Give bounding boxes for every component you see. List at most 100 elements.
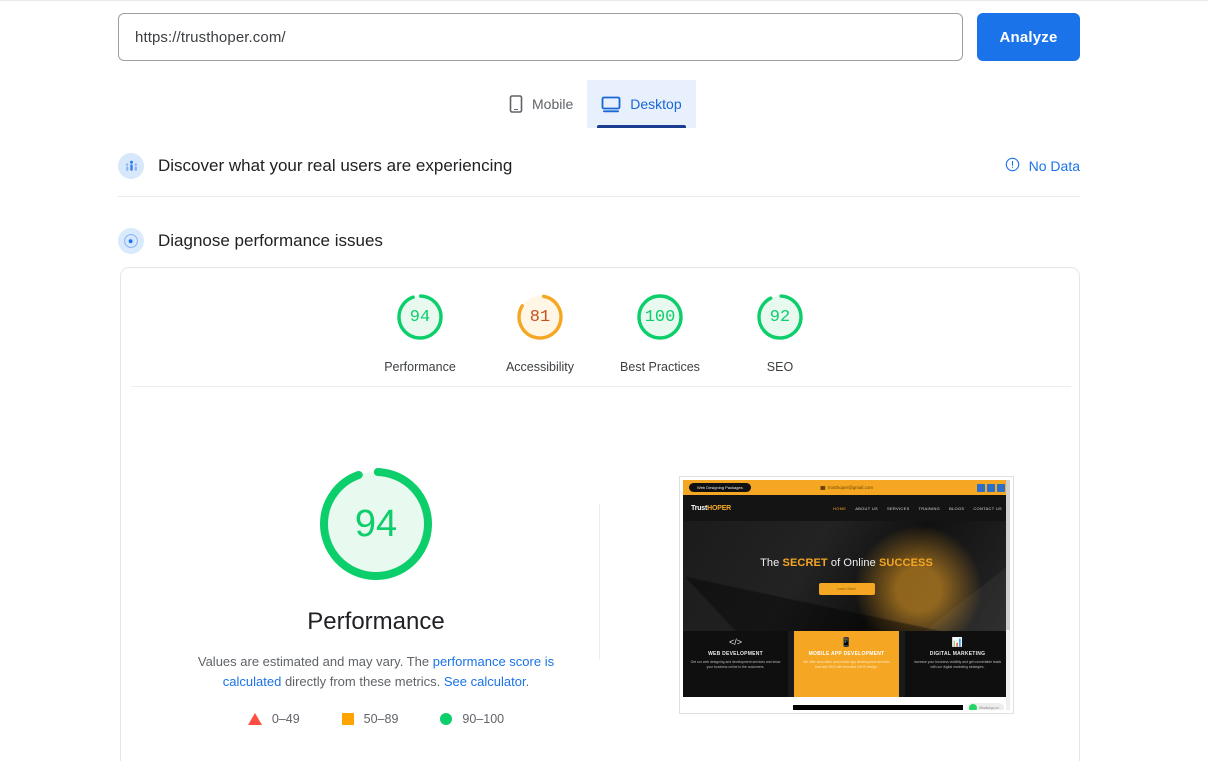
mobile-icon: 📱 bbox=[840, 637, 853, 647]
thumb-scrollbar bbox=[1006, 480, 1010, 710]
gauge-label-accessibility: Accessibility bbox=[505, 360, 575, 374]
mail-icon bbox=[819, 485, 825, 490]
field-data-title: Discover what your real users are experi… bbox=[158, 156, 513, 175]
gauge-accessibility[interactable]: 81 Accessibility bbox=[480, 290, 600, 374]
legend-item-poor: 0–49 bbox=[247, 712, 300, 726]
gauge-ring-accessibility: 81 bbox=[513, 290, 567, 344]
gauge-score-seo: 92 bbox=[769, 307, 791, 327]
thumb-card-title: MOBILE APP DEVELOPMENT bbox=[808, 651, 885, 657]
thumb-card-mobile-app: 📱 MOBILE APP DEVELOPMENT We offer innova… bbox=[794, 631, 899, 697]
gauge-label-seo: SEO bbox=[766, 360, 794, 374]
gauge-score-best-practices: 100 bbox=[644, 307, 676, 327]
thumb-nav-item: SERVICES bbox=[886, 505, 910, 511]
thumb-nav-item: BLOGS bbox=[949, 505, 965, 511]
gauge-ring-performance: 94 bbox=[393, 290, 447, 344]
vertical-divider bbox=[599, 504, 600, 660]
legend-range-good: 90–100 bbox=[462, 712, 505, 726]
desc-text-before: Values are estimated and may vary. The bbox=[197, 654, 433, 669]
info-icon bbox=[1005, 157, 1020, 175]
category-gauges: 94 Performance 81 Accessibility 100 Best… bbox=[121, 268, 1079, 374]
users-icon bbox=[118, 153, 144, 179]
thumb-topbar-email: trusthoper@gmail.com bbox=[819, 485, 873, 490]
section-divider bbox=[118, 196, 1080, 197]
legend-range-poor: 0–49 bbox=[271, 712, 300, 726]
desktop-icon bbox=[601, 96, 621, 113]
tab-mobile-label: Mobile bbox=[532, 96, 574, 112]
performance-gauge: 94 bbox=[314, 462, 438, 586]
top-divider bbox=[0, 0, 1208, 1]
thumb-nav-item: ABOUT US bbox=[855, 505, 878, 511]
tab-desktop[interactable]: Desktop bbox=[587, 80, 696, 128]
thumb-card-digital-marketing: 📊 DIGITAL MARKETING Increase your busine… bbox=[905, 631, 1010, 697]
gauge-performance[interactable]: 94 Performance bbox=[360, 290, 480, 374]
no-data-status[interactable]: No Data bbox=[1005, 157, 1080, 175]
thumb-nav-item: HOME bbox=[833, 505, 847, 511]
lab-data-section: Diagnose performance issues bbox=[118, 224, 1080, 258]
lab-data-header: Diagnose performance issues bbox=[118, 224, 1080, 258]
whatsapp-label: WhatsApp us bbox=[978, 706, 999, 710]
url-input-value: https://trusthoper.com/ bbox=[135, 28, 286, 46]
thumb-nav-menu: HOME ABOUT US SERVICES TRAINING BLOGS CO… bbox=[833, 506, 1002, 511]
legend-item-good: 90–100 bbox=[440, 712, 504, 726]
thumb-card-text: We offer innovative and mobile app devel… bbox=[803, 660, 890, 670]
square-icon bbox=[341, 713, 354, 725]
gauge-seo[interactable]: 92 SEO bbox=[720, 290, 840, 374]
triangle-icon bbox=[247, 713, 262, 725]
mobile-icon bbox=[509, 95, 523, 113]
legend-range-average: 50–89 bbox=[363, 712, 399, 726]
gauge-ring-seo: 92 bbox=[753, 290, 807, 344]
circle-icon bbox=[440, 713, 453, 725]
thumb-card-title: DIGITAL MARKETING bbox=[929, 651, 986, 657]
field-data-header: Discover what your real users are experi… bbox=[118, 149, 1080, 183]
whatsapp-icon bbox=[968, 704, 977, 710]
thumb-topbar: Web Designing Packages trusthoper@gmail.… bbox=[683, 480, 1010, 495]
whatsapp-widget: WhatsApp us bbox=[966, 703, 1004, 710]
diagnose-icon bbox=[118, 228, 144, 254]
thumb-nav: TrustHOPER HOME ABOUT US SERVICES TRAINI… bbox=[683, 495, 1010, 521]
gauge-ring-best-practices: 100 bbox=[633, 290, 687, 344]
thumb-logo: TrustHOPER bbox=[691, 504, 732, 512]
thumbnail-content: Web Designing Packages trusthoper@gmail.… bbox=[683, 480, 1010, 710]
performance-title: Performance bbox=[307, 608, 445, 635]
desc-text-after: . bbox=[525, 674, 530, 689]
tab-desktop-label: Desktop bbox=[630, 96, 682, 112]
page-screenshot-thumbnail: Web Designing Packages trusthoper@gmail.… bbox=[679, 476, 1014, 714]
thumb-feature-cards: </> WEB DEVELOPMENT Get our web designin… bbox=[683, 631, 1010, 697]
thumb-nav-item: CONTACT US bbox=[973, 505, 1002, 511]
gauge-score-performance: 94 bbox=[409, 307, 431, 327]
gauge-label-performance: Performance bbox=[384, 360, 456, 374]
performance-gauge-score: 94 bbox=[354, 502, 398, 545]
field-data-section: Discover what your real users are experi… bbox=[118, 149, 1080, 183]
thumb-nav-item: TRAINING bbox=[918, 505, 941, 511]
thumb-hero-cta: Learn More bbox=[818, 583, 875, 595]
thumb-card-text: Get our web designing and development se… bbox=[690, 660, 781, 670]
thumb-footer: WhatsApp us bbox=[683, 697, 1010, 710]
thumb-hero: The SECRET of Online SUCCESS Learn More bbox=[683, 521, 1010, 631]
thumb-black-bar bbox=[793, 705, 963, 710]
gauge-label-best-practices: Best Practices bbox=[620, 360, 700, 374]
lab-data-title: Diagnose performance issues bbox=[158, 231, 383, 250]
gauge-score-accessibility: 81 bbox=[529, 307, 551, 327]
thumb-card-text: Increase your business visibility and ge… bbox=[913, 660, 1002, 670]
thumb-hero-heading: The SECRET of Online SUCCESS bbox=[760, 557, 933, 569]
analyze-button[interactable]: Analyze bbox=[977, 13, 1080, 61]
url-input[interactable]: https://trusthoper.com/ bbox=[118, 13, 963, 61]
desc-text-middle: directly from these metrics. bbox=[281, 674, 444, 689]
score-legend: 0–49 50–89 90–100 bbox=[151, 712, 601, 726]
thumb-card-title: WEB DEVELOPMENT bbox=[708, 651, 763, 657]
thumb-card-web-development: </> WEB DEVELOPMENT Get our web designin… bbox=[683, 631, 788, 697]
gauge-best-practices[interactable]: 100 Best Practices bbox=[600, 290, 720, 374]
code-icon: </> bbox=[728, 637, 742, 647]
form-factor-tabs: Mobile Desktop bbox=[495, 80, 696, 128]
chart-icon: 📊 bbox=[951, 637, 964, 647]
url-bar-row: https://trusthoper.com/ Analyze bbox=[118, 13, 1080, 61]
thumb-social-icons bbox=[977, 483, 1005, 492]
legend-item-average: 50–89 bbox=[341, 712, 399, 726]
no-data-label: No Data bbox=[1028, 158, 1080, 174]
pagespeed-insights-page: https://trusthoper.com/ Analyze Mobile D… bbox=[0, 0, 1208, 761]
tab-mobile[interactable]: Mobile bbox=[495, 80, 587, 128]
performance-description: Values are estimated and may vary. The p… bbox=[151, 652, 601, 692]
see-calculator-link[interactable]: See calculator bbox=[444, 674, 526, 689]
performance-summary: 94 Performance Values are estimated and … bbox=[151, 462, 601, 726]
thumb-topbar-pill: Web Designing Packages bbox=[689, 483, 751, 492]
